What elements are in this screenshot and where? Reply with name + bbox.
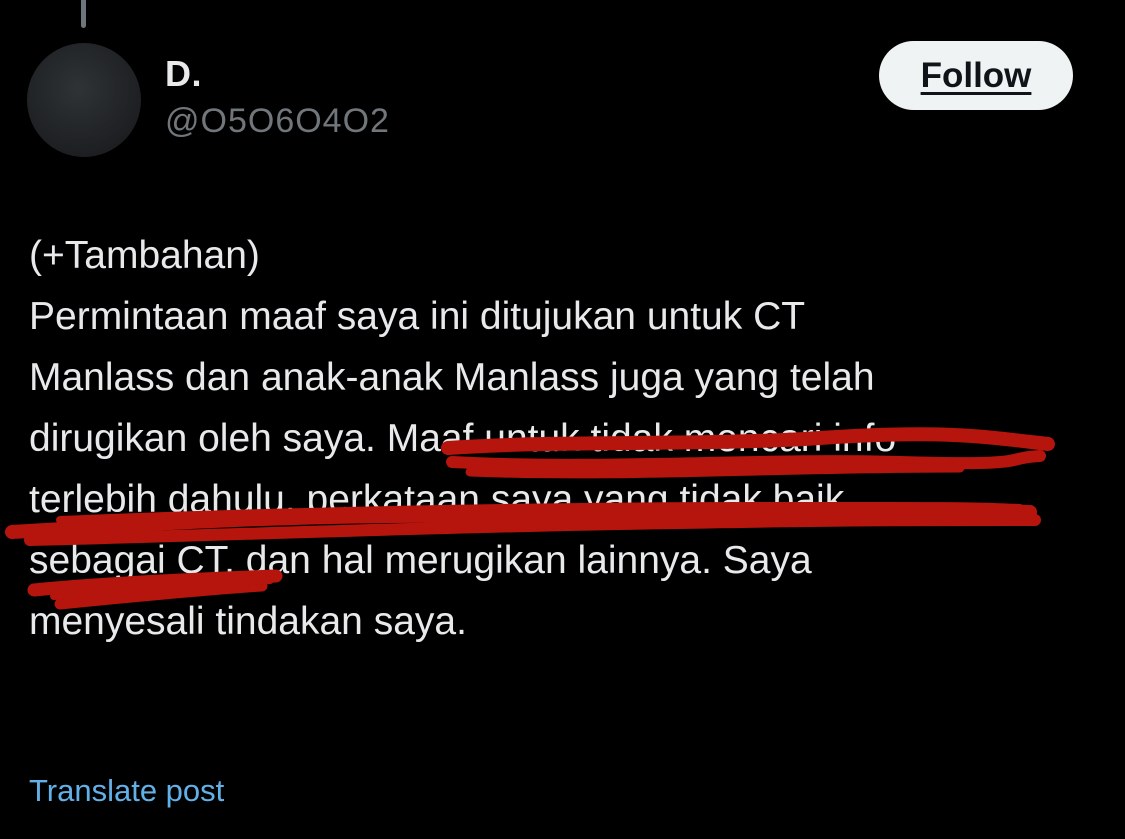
author-handle[interactable]: @O5O6O4O2 xyxy=(165,98,390,144)
avatar[interactable] xyxy=(27,43,141,157)
author-display-name[interactable]: D. xyxy=(165,52,390,96)
post-text-line: sebagai CT, dan hal merugikan lainnya. S… xyxy=(29,539,812,582)
post-text-line: menyesali tindakan saya. xyxy=(29,600,467,643)
post-text: (+Tambahan) Permintaan maaf saya ini dit… xyxy=(29,225,1089,652)
post-text-line: Permintaan maaf saya ini ditujukan untuk… xyxy=(29,295,806,338)
post-text-line: Manlass dan anak-anak Manlass juga yang … xyxy=(29,356,875,399)
post-text-line: terlebih dahulu, perkataan saya yang tid… xyxy=(29,478,845,521)
post-text-line: (+Tambahan) xyxy=(29,234,260,277)
author-info: D. @O5O6O4O2 xyxy=(165,52,390,144)
post-text-line: dirugikan oleh saya. Maaf untuk tidak me… xyxy=(29,417,897,460)
translate-post-link[interactable]: Translate post xyxy=(29,769,224,813)
follow-button[interactable]: Follow xyxy=(879,41,1073,110)
thread-connector-line xyxy=(81,0,86,28)
